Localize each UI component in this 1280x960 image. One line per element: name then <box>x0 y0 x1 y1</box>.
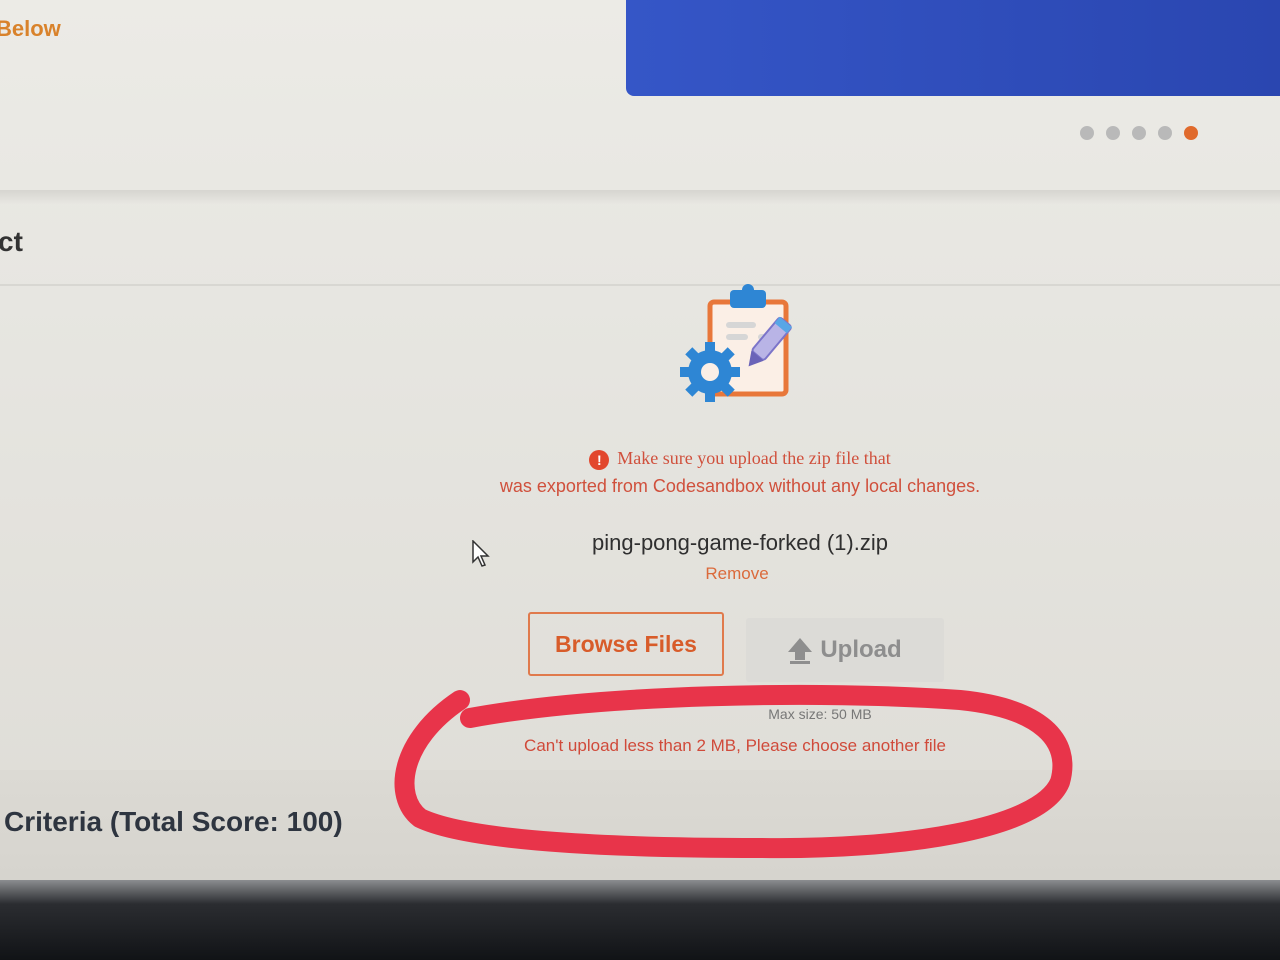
hero-banner <box>626 0 1280 96</box>
remove-file-link[interactable]: Remove <box>620 564 854 584</box>
section-divider <box>0 190 1280 204</box>
upload-button[interactable]: Upload <box>746 618 944 682</box>
monitor-bezel <box>0 880 1280 960</box>
section-heading: ct <box>0 226 23 257</box>
screen: Below ct ! Make sure you upload the zip … <box>0 0 1280 900</box>
pager-dot[interactable] <box>1132 126 1146 140</box>
upload-error-message: Can't upload less than 2 MB, Please choo… <box>524 736 946 755</box>
top-section-label: Below <box>0 16 61 41</box>
notice-line-2: was exported from Codesandbox without an… <box>499 476 981 496</box>
max-size-hint: Max size: 50 MB <box>768 706 872 720</box>
pager-dot-active[interactable] <box>1184 126 1198 140</box>
upload-notice: ! Make sure you upload the zip file that … <box>440 444 1040 500</box>
notice-line-1: Make sure you upload the zip file that <box>617 448 891 468</box>
pager-dot[interactable] <box>1158 126 1172 140</box>
clipboard-settings-icon <box>680 284 792 402</box>
mouse-pointer-icon <box>472 540 490 567</box>
upload-arrow-icon <box>788 638 813 664</box>
pager-dot[interactable] <box>1080 126 1094 140</box>
info-icon: ! <box>589 449 610 470</box>
criteria-heading: Criteria (Total Score: 100) <box>4 806 343 837</box>
section-divider <box>0 284 1280 286</box>
selected-file-name: ping-pong-game-forked (1).zip <box>592 530 888 555</box>
browse-files-button[interactable]: Browse Files <box>528 612 724 676</box>
pager-dot[interactable] <box>1106 126 1120 140</box>
carousel-pager <box>1080 126 1198 140</box>
upload-button-label: Upload <box>820 636 902 663</box>
